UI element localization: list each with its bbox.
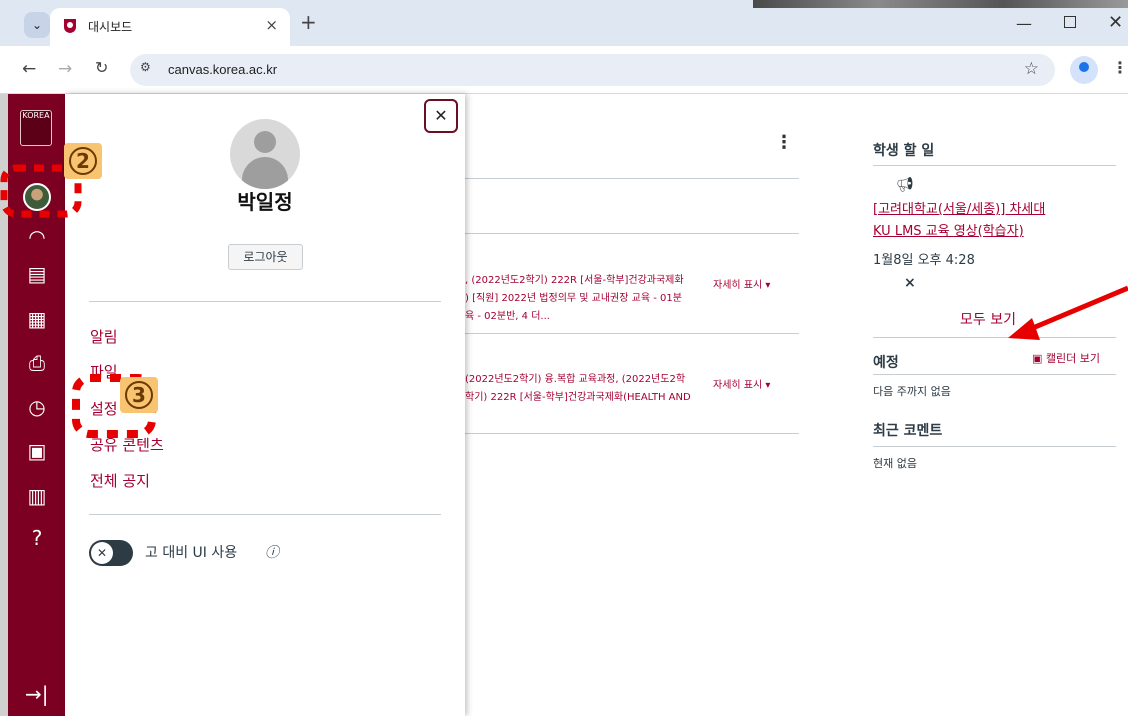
- window-close-icon[interactable]: ✕: [1108, 12, 1123, 33]
- korea-favicon-icon: [64, 19, 76, 33]
- stream-line: 학기) 222R [서울-학부]건강과국제화(HEALTH AND: [465, 392, 691, 403]
- tab-title: 대시보드: [88, 20, 133, 34]
- divider: [873, 337, 1116, 338]
- account-avatar[interactable]: [23, 183, 51, 211]
- divider: [873, 374, 1116, 375]
- address-bar[interactable]: ⚙ canvas.korea.ac.kr ☆: [130, 54, 1055, 86]
- todo-date: 1월8일 오후 4:28: [873, 253, 975, 268]
- back-icon[interactable]: ←: [22, 59, 36, 79]
- divider: [465, 233, 799, 234]
- bookmark-star-icon[interactable]: ☆: [1024, 59, 1039, 79]
- stream-line: , (2022년도2학기) 222R [서울-학부]건강과국제화: [465, 275, 684, 286]
- user-name: 박일정: [237, 190, 293, 214]
- see-all-link[interactable]: 모두 보기: [960, 309, 1016, 329]
- minimize-icon[interactable]: —: [1016, 14, 1032, 33]
- courses-icon[interactable]: ▤: [25, 262, 49, 286]
- avatar-head: [254, 131, 276, 153]
- divider: [873, 165, 1116, 166]
- dashboard-options-icon[interactable]: ⋮: [775, 132, 793, 153]
- browser-toolbar: ← → ↻ ⚙ canvas.korea.ac.kr ☆ ⋮: [0, 46, 1128, 94]
- todo-link-line: KU LMS 교육 영상(학습자): [873, 224, 1024, 239]
- screen: ⌄ 대시보드 × + — ✕ ← → ↻ ⚙ canvas.korea.ac.k…: [0, 0, 1128, 716]
- url-text: canvas.korea.ac.kr: [168, 62, 278, 77]
- profile-icon[interactable]: [1070, 56, 1098, 84]
- reload-icon[interactable]: ↻: [95, 58, 108, 77]
- tab-search-chevron-icon[interactable]: ⌄: [24, 12, 50, 38]
- upcoming-heading: 예정: [873, 355, 899, 371]
- commons-icon[interactable]: ▣: [25, 439, 49, 463]
- inbox-icon[interactable]: ⎙: [25, 351, 49, 375]
- divider: [89, 514, 441, 515]
- tab-strip: ⌄ 대시보드 × + — ✕: [0, 0, 1128, 46]
- shared-content-link[interactable]: 공유 콘텐츠: [90, 434, 164, 455]
- recent-comments-heading: 최근 코멘트: [873, 423, 943, 439]
- divider: [465, 178, 799, 179]
- high-contrast-label: 고 대비 UI 사용: [145, 545, 238, 561]
- logo-text: KOREA: [22, 111, 50, 120]
- calendar-view-label: 캘린더 보기: [1045, 352, 1100, 365]
- todo-link-line: [고려대학교(서울/세종)] 차세대: [873, 202, 1046, 217]
- global-nav: KOREA ◠ ▤ ▦ ⎙ ◷ ▣ ▥ ? →|: [8, 94, 65, 716]
- upcoming-empty: 다음 주까지 없음: [873, 385, 951, 398]
- korea-logo[interactable]: KOREA: [20, 110, 52, 146]
- todo-heading: 학생 할 일: [873, 143, 935, 159]
- megaphone-icon: 📢︎: [896, 177, 914, 193]
- todo-item-link[interactable]: [고려대학교(서울/세종)] 차세대 KU LMS 교육 영상(학습자): [873, 199, 1113, 243]
- badge-number: 3: [125, 381, 153, 409]
- stream-line: 육 - 02분반, 4 더...: [465, 311, 550, 322]
- maximize-icon[interactable]: [1064, 16, 1076, 28]
- badge-number: 2: [69, 147, 97, 175]
- logout-button[interactable]: 로그아웃: [228, 244, 303, 270]
- step-2-badge: 2: [64, 143, 102, 179]
- user-avatar: [230, 119, 300, 189]
- recent-comments-empty: 현재 없음: [873, 457, 917, 470]
- calendar-icon[interactable]: ▦: [25, 307, 49, 331]
- tab-dashboard[interactable]: 대시보드 ×: [50, 8, 290, 46]
- stream-line: ) [직원] 2022년 법정의무 및 교내권장 교육 - 01분: [465, 293, 682, 304]
- show-more-link[interactable]: 자세히 표시 ▾: [713, 376, 770, 391]
- red-arrow-line: [1027, 285, 1128, 333]
- forward-icon[interactable]: →: [58, 59, 72, 79]
- tab-close-icon[interactable]: ×: [265, 16, 278, 34]
- history-icon[interactable]: ◷: [25, 395, 49, 419]
- settings-link[interactable]: 설정: [90, 398, 118, 419]
- background-photo: [753, 0, 1128, 8]
- notifications-link[interactable]: 알림: [90, 326, 118, 347]
- browser-menu-icon[interactable]: ⋮: [1112, 58, 1128, 77]
- stream-line: (2022년도2학기) 융.복합 교육과정, (2022년도2학: [465, 374, 686, 385]
- dashboard-icon[interactable]: ◠: [25, 225, 49, 249]
- stream-item-1[interactable]: , (2022년도2학기) 222R [서울-학부]건강과국제화 ) [직원] …: [465, 272, 705, 326]
- avatar-body: [242, 157, 288, 189]
- new-tab-icon[interactable]: +: [300, 12, 317, 32]
- divider: [465, 333, 799, 334]
- divider: [89, 301, 441, 302]
- info-icon[interactable]: ⓘ: [265, 542, 279, 562]
- show-more-link[interactable]: 자세히 표시 ▾: [713, 276, 770, 291]
- help-icon[interactable]: ?: [25, 526, 49, 550]
- calendar-view-link[interactable]: ▣ 캘린더 보기: [1032, 350, 1100, 366]
- studio-icon[interactable]: ▥: [25, 484, 49, 508]
- files-link[interactable]: 파일: [90, 361, 118, 382]
- dismiss-icon[interactable]: ×: [904, 275, 916, 291]
- divider: [873, 446, 1116, 447]
- close-tray-button[interactable]: ✕: [424, 99, 458, 133]
- global-announcements-link[interactable]: 전체 공지: [90, 470, 150, 491]
- stream-item-2[interactable]: (2022년도2학기) 융.복합 교육과정, (2022년도2학 학기) 222…: [465, 371, 705, 407]
- step-3-badge: 3: [120, 377, 158, 413]
- left-gutter: [0, 94, 8, 716]
- collapse-nav-icon[interactable]: →|: [25, 682, 49, 706]
- toggle-off-icon: ✕: [91, 542, 113, 564]
- divider: [465, 433, 799, 434]
- site-info-icon[interactable]: ⚙: [140, 60, 160, 80]
- high-contrast-toggle[interactable]: ✕: [89, 540, 133, 566]
